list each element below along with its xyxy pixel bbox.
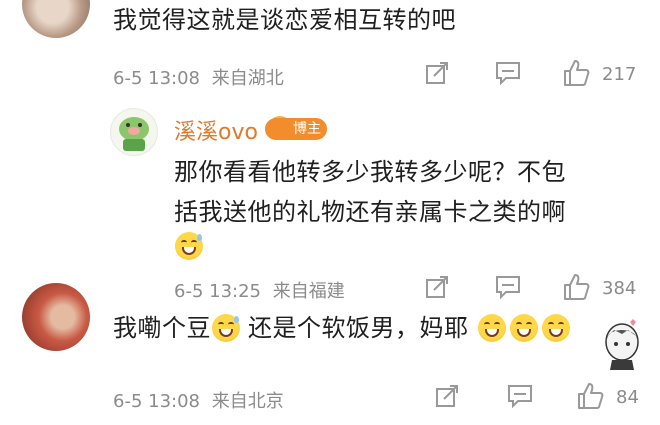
laughing-emoji-icon — [542, 314, 570, 342]
avatar[interactable] — [22, 0, 90, 38]
comment-text-part-2: 还是个软饭男，妈耶 — [248, 314, 469, 342]
blogger-avatar[interactable] — [110, 108, 158, 156]
avatar[interactable] — [22, 283, 90, 351]
comment-date: 6-5 13:08 — [113, 391, 200, 412]
laughing-emoji-icon — [478, 314, 506, 342]
thumbs-up-icon[interactable] — [562, 58, 592, 88]
reply-text-line-2: 括我送他的礼物还有亲属卡之类的啊 — [174, 198, 566, 226]
share-icon[interactable] — [424, 274, 450, 300]
reply-location: 来自福建 — [272, 281, 345, 302]
comment-meta: 6-5 13:08 来自湖北 — [113, 64, 284, 90]
thumbs-up-icon[interactable] — [562, 272, 592, 302]
pig-mascot-icon — [119, 117, 149, 151]
comment-text: 我觉得这就是谈恋爱相互转的吧 — [113, 6, 456, 34]
share-icon[interactable] — [424, 60, 450, 86]
like-count: 84 — [616, 387, 639, 408]
comment-meta: 6-5 13:08 来自北京 — [113, 387, 284, 413]
sweat-smile-emoji-icon — [212, 314, 240, 342]
reply-meta: 6-5 13:25 来自福建 — [174, 277, 345, 303]
comment-location: 来自湖北 — [211, 68, 284, 89]
blogger-badge: 博主 — [265, 118, 327, 140]
comment-icon[interactable] — [506, 383, 534, 409]
comment-text-part-1: 我嘞个豆 — [113, 314, 211, 342]
laughing-emoji-icon — [510, 314, 538, 342]
comment-icon[interactable] — [494, 274, 522, 300]
comment-date: 6-5 13:08 — [113, 68, 200, 89]
thumbs-up-icon[interactable] — [576, 381, 606, 411]
sweat-smile-emoji-icon — [175, 232, 203, 260]
like-count: 217 — [602, 64, 637, 85]
reply-text-line-1: 那你看看他转多少我转多少呢？不包 — [174, 158, 566, 186]
share-icon[interactable] — [434, 383, 460, 409]
like-count: 384 — [602, 278, 637, 299]
comment-location: 来自北京 — [211, 391, 284, 412]
anime-girl-sticker-icon — [605, 319, 639, 370]
reply-date: 6-5 13:25 — [174, 281, 261, 302]
blogger-name[interactable]: 溪溪ovo — [174, 114, 258, 146]
comment-icon[interactable] — [494, 60, 522, 86]
